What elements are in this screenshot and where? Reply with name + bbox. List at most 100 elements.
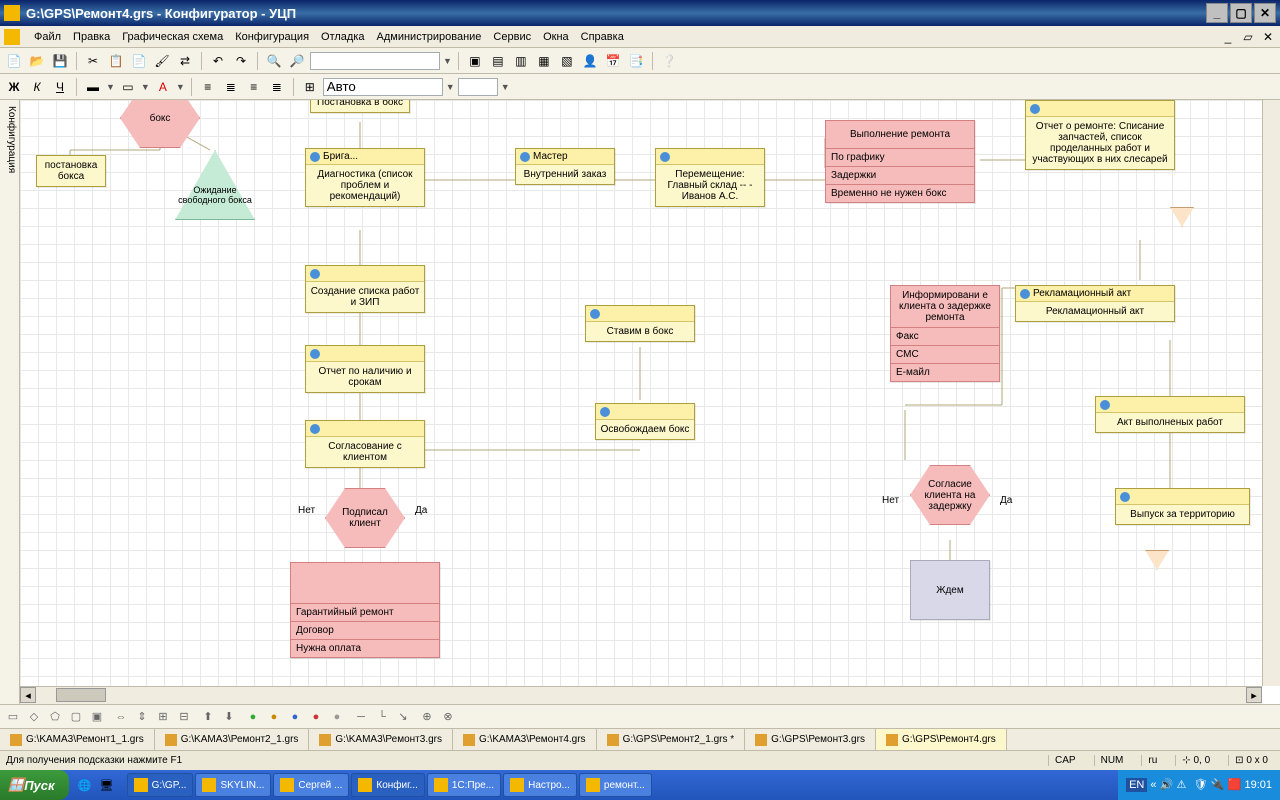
tray-icon-3[interactable]: 🛡 [1193, 778, 1207, 792]
node-inform[interactable]: Информировани е клиента о задержке ремон… [890, 285, 1000, 382]
node-release[interactable]: Выпуск за территорию [1115, 488, 1250, 525]
tb-c[interactable]: ▥ [511, 51, 531, 71]
task-0[interactable]: G:\GP... [127, 773, 194, 797]
node-repair[interactable]: Выполнение ремонта По графику Задержки В… [825, 120, 975, 203]
fill-icon[interactable]: ▬ [83, 77, 103, 97]
border-drop-icon[interactable]: ▼ [141, 82, 150, 92]
tb-e[interactable]: ▧ [557, 51, 577, 71]
align-v-icon[interactable]: ⇕ [133, 708, 151, 726]
close-button[interactable]: ✕ [1254, 3, 1276, 23]
underline-icon[interactable]: Ч [50, 77, 70, 97]
align-just-icon[interactable]: ≣ [267, 77, 287, 97]
tab-5[interactable]: G:\GPS\Ремонт3.grs [745, 729, 876, 750]
shape-4-icon[interactable]: ▢ [67, 708, 85, 726]
tab-6[interactable]: G:\GPS\Ремонт4.grs [876, 729, 1007, 750]
tray-clock[interactable]: 19:01 [1244, 779, 1272, 791]
fill-drop-icon[interactable]: ▼ [106, 82, 115, 92]
node-master[interactable]: Мастер Внутренний заказ [515, 148, 615, 185]
node-put-box[interactable]: Ставим в бокс [585, 305, 695, 342]
tab-0[interactable]: G:\KAMA3\Ремонт1_1.grs [0, 729, 155, 750]
align-right-icon[interactable]: ≡ [244, 77, 264, 97]
node-box-hex[interactable]: бокс [120, 100, 200, 148]
align-center-icon[interactable]: ≣ [221, 77, 241, 97]
color-1-icon[interactable]: ● [244, 708, 262, 726]
color-3-icon[interactable]: ● [286, 708, 304, 726]
tray-icon-2[interactable]: ⚠ [1176, 778, 1190, 792]
zoom-input[interactable] [323, 78, 443, 96]
layer-f-icon[interactable]: ⬆ [199, 708, 217, 726]
tab-4[interactable]: G:\GPS\Ремонт2_1.grs * [597, 729, 746, 750]
search-drop-icon[interactable]: ▼ [443, 56, 452, 66]
italic-icon[interactable]: К [27, 77, 47, 97]
undo-icon[interactable]: ↶ [208, 51, 228, 71]
misc-2-icon[interactable]: ⊗ [439, 708, 457, 726]
maximize-button[interactable]: ▢ [1230, 3, 1252, 23]
node-reclamation[interactable]: Рекламационный акт Рекламационный акт [1015, 285, 1175, 322]
menu-file[interactable]: Файл [28, 29, 67, 45]
shape-5-icon[interactable]: ▣ [88, 708, 106, 726]
task-2[interactable]: Сергей ... [273, 773, 349, 797]
shape-1-icon[interactable]: ▭ [4, 708, 22, 726]
compare-icon[interactable]: ⇄ [175, 51, 195, 71]
mdi-restore-button[interactable]: ▱ [1240, 30, 1256, 44]
menu-scheme[interactable]: Графическая схема [116, 29, 229, 45]
redo-icon[interactable]: ↷ [231, 51, 251, 71]
layout-1-icon[interactable]: ⊞ [154, 708, 172, 726]
tb-person-icon[interactable]: 👤 [580, 51, 600, 71]
align-h-icon[interactable]: ⇔ [112, 708, 130, 726]
node-park[interactable]: постановка бокса [36, 155, 106, 187]
vertical-scrollbar[interactable] [1262, 100, 1280, 686]
scroll-thumb[interactable] [56, 688, 106, 702]
help-icon[interactable]: ❔ [659, 51, 679, 71]
new-icon[interactable]: 📄 [4, 51, 24, 71]
node-create-list[interactable]: Создание списка работ и ЗИП [305, 265, 425, 313]
conn-3-icon[interactable]: ↘ [394, 708, 412, 726]
paint-icon[interactable]: 🖌 [152, 51, 172, 71]
search-input[interactable] [310, 52, 440, 70]
shape-3-icon[interactable]: ⬠ [46, 708, 64, 726]
node-warranty[interactable]: Гарантийный ремонт Договор Нужна оплата [290, 562, 440, 658]
tb-a[interactable]: ▣ [465, 51, 485, 71]
tray-expand-icon[interactable]: « [1150, 779, 1156, 791]
node-repair-report[interactable]: Отчет о ремонте: Списание запчастей, спи… [1025, 100, 1175, 170]
node-stock-report[interactable]: Отчет по наличию и срокам [305, 345, 425, 393]
bold-icon[interactable]: Ж [4, 77, 24, 97]
textcolor-drop-icon[interactable]: ▼ [176, 82, 185, 92]
paste-icon[interactable]: 📄 [129, 51, 149, 71]
menu-service[interactable]: Сервис [487, 29, 537, 45]
tb-calendar-icon[interactable]: 📅 [603, 51, 623, 71]
tab-1[interactable]: G:\KAMA3\Ремонт2_1.grs [155, 729, 310, 750]
start-button[interactable]: 🪟 Пуск [0, 770, 69, 800]
ql-desktop-icon[interactable]: 🖥 [97, 774, 117, 796]
node-diagnostic[interactable]: Брига... Диагностика (список проблем и р… [305, 148, 425, 207]
task-6[interactable]: ремонт... [579, 773, 652, 797]
horizontal-scrollbar[interactable]: ◂ ▸ [20, 686, 1262, 704]
tray-icon-5[interactable]: 🟥 [1227, 778, 1241, 792]
node-wait2[interactable]: Ждем [910, 560, 990, 620]
ql-ie-icon[interactable]: 🌐 [75, 774, 95, 796]
node-delay-hex[interactable]: Согласие клиента на задержку [910, 465, 990, 525]
tab-3[interactable]: G:\KAMA3\Ремонт4.grs [453, 729, 597, 750]
color-2-icon[interactable]: ● [265, 708, 283, 726]
menu-admin[interactable]: Администрирование [371, 29, 488, 45]
misc-input[interactable] [458, 78, 498, 96]
task-1[interactable]: SKYLIN... [195, 773, 271, 797]
open-icon[interactable]: 📂 [27, 51, 47, 71]
tb-d[interactable]: ▦ [534, 51, 554, 71]
shape-2-icon[interactable]: ◇ [25, 708, 43, 726]
node-free-box[interactable]: Освобождаем бокс [595, 403, 695, 440]
misc-1-icon[interactable]: ⊕ [418, 708, 436, 726]
mdi-minimize-button[interactable]: _ [1220, 30, 1236, 44]
app-menu-icon[interactable] [4, 29, 20, 45]
find-icon[interactable]: 🔍 [264, 51, 284, 71]
node-postanov[interactable]: Постановка в бокс [310, 100, 410, 113]
menu-help[interactable]: Справка [575, 29, 630, 45]
node-signed-hex[interactable]: Подписал клиент [325, 488, 405, 548]
conn-1-icon[interactable]: ─ [352, 708, 370, 726]
menu-windows[interactable]: Окна [537, 29, 575, 45]
side-panel-tab[interactable]: Конфигурация [0, 100, 20, 704]
layout-2-icon[interactable]: ⊟ [175, 708, 193, 726]
color-5-icon[interactable]: ● [328, 708, 346, 726]
menu-config[interactable]: Конфигурация [229, 29, 315, 45]
textcolor-icon[interactable]: A [153, 77, 173, 97]
